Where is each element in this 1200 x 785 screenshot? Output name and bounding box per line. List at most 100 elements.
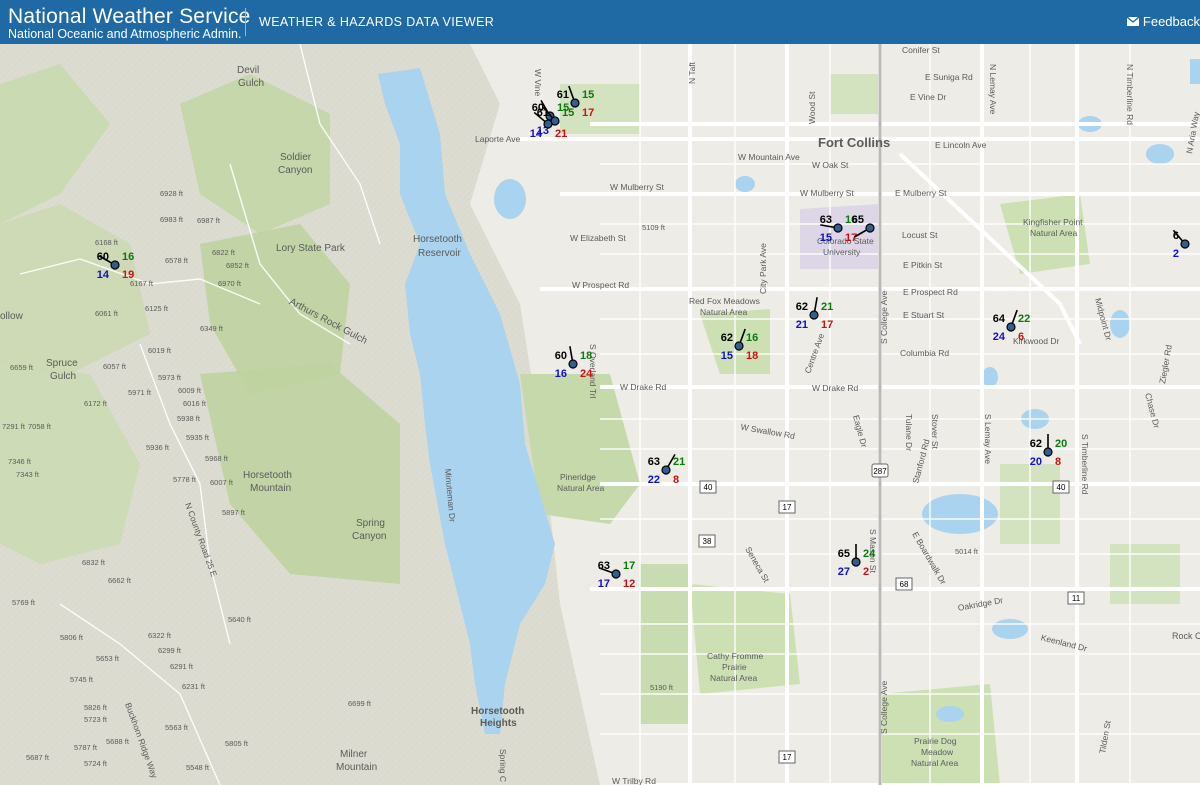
- brand-subtitle: National Oceanic and Atmospheric Admin.: [8, 27, 242, 41]
- street-s-college: S College Ave: [879, 290, 889, 344]
- map-svg[interactable]: 287 40 40 17 38 68 11 17 Fort Collins Ho…: [0, 44, 1200, 785]
- station-marker[interactable]: [1043, 447, 1053, 457]
- feedback-button[interactable]: Feedback: [1126, 14, 1200, 29]
- elevation-label: 5548 ft: [186, 763, 210, 772]
- svg-text:38: 38: [703, 537, 712, 546]
- label-horsetooth-mountain-2: Mountain: [250, 483, 291, 494]
- elevation-label: 6061 ft: [95, 309, 119, 318]
- station-marker[interactable]: [865, 223, 875, 233]
- station-marker[interactable]: [833, 223, 843, 233]
- mail-icon: [1126, 17, 1139, 26]
- elevation-label: 5968 ft: [205, 454, 229, 463]
- elevation-label: 6299 ft: [158, 646, 182, 655]
- station-marker[interactable]: [543, 119, 553, 129]
- station-dewpoint: 15: [562, 107, 574, 119]
- street-locust: Locust St: [902, 230, 938, 240]
- lake: [494, 179, 526, 219]
- street-wood: Wood St: [807, 91, 817, 124]
- elevation-label: 5936 ft: [146, 443, 170, 452]
- street-columbia: Columbia Rd: [900, 348, 949, 358]
- label-red-fox-2: Natural Area: [700, 307, 748, 317]
- elevation-label: 5826 ft: [84, 703, 108, 712]
- elevation-label: 6987 ft: [197, 216, 221, 225]
- station-wind-gust: 8: [1055, 456, 1061, 468]
- street-w-elizabeth: W Elizabeth St: [570, 233, 626, 243]
- elevation-label: 7343 ft: [16, 470, 40, 479]
- station-dewpoint: 22: [1018, 313, 1030, 325]
- elevation-label: 5778 ft: [173, 475, 197, 484]
- label-spring-canyon-2: Canyon: [352, 531, 386, 542]
- shield-17b: 17: [778, 750, 796, 764]
- elevation-label: 5724 ft: [84, 759, 108, 768]
- street-e-mulberry: E Mulberry St: [895, 188, 947, 198]
- station-dewpoint: 16: [122, 251, 134, 263]
- station-marker[interactable]: [110, 260, 120, 270]
- label-spring-canyon-1: Spring: [356, 518, 385, 529]
- lake: [982, 367, 998, 387]
- shield-40: 40: [699, 480, 717, 494]
- elevation-label: 6662 ft: [108, 576, 132, 585]
- station-temperature: 62: [721, 332, 733, 344]
- station-wind-speed: 16: [555, 368, 567, 380]
- label-spruce-2: Gulch: [50, 371, 76, 382]
- station-wind-gust: 19: [122, 269, 134, 281]
- street-n-lemay: N Lemay Ave: [988, 64, 998, 115]
- elevation-label: 6852 ft: [226, 261, 250, 270]
- elevation-label: 5805 ft: [225, 739, 249, 748]
- station-wind-speed: 14: [97, 269, 110, 281]
- map-canvas[interactable]: 287 40 40 17 38 68 11 17 Fort Collins Ho…: [0, 44, 1200, 785]
- svg-text:17: 17: [783, 503, 792, 512]
- street-e-pitkin: E Pitkin St: [903, 260, 943, 270]
- elevation-label: 5688 ft: [106, 737, 130, 746]
- station-wind-gust: 21: [555, 128, 567, 140]
- label-horsetooth-reservoir-1: Horsetooth: [413, 234, 462, 245]
- station-temperature: 65: [838, 548, 850, 560]
- label-pineridge-1: Pineridge: [560, 472, 596, 482]
- station-marker[interactable]: [1180, 239, 1190, 249]
- label-pineridge-2: Natural Area: [557, 483, 605, 493]
- station-wind-speed: 15: [820, 232, 832, 244]
- elevation-label: 6168 ft: [95, 238, 119, 247]
- station-wind-gust: 17: [821, 319, 833, 331]
- label-kingfisher-2: Natural Area: [1030, 228, 1078, 238]
- label-horsetooth-heights-2: Heights: [480, 718, 517, 729]
- shield-11: 11: [1067, 591, 1085, 605]
- label-soldier-2: Canyon: [278, 165, 312, 176]
- elevation-label: 5640 ft: [228, 615, 252, 624]
- elevation-label: 7058 ft: [28, 422, 52, 431]
- station-temperature: 61: [557, 89, 569, 101]
- svg-text:11: 11: [1072, 594, 1081, 603]
- elevation-label: 5745 ft: [70, 675, 94, 684]
- station-marker[interactable]: [611, 569, 621, 579]
- svg-text:68: 68: [900, 580, 909, 589]
- elevation-label: 7346 ft: [8, 457, 32, 466]
- station-wind-speed: 2: [1173, 248, 1179, 260]
- station-temperature: 63: [820, 214, 832, 226]
- label-fort-collins: Fort Collins: [818, 135, 890, 150]
- street-n-timberline: N Timberline Rd: [1125, 64, 1135, 125]
- elevation-label: 6291 ft: [170, 662, 194, 671]
- station-marker[interactable]: [734, 341, 744, 351]
- nws-brand[interactable]: National Weather Service National Oceani…: [8, 6, 251, 41]
- lake: [992, 619, 1028, 639]
- label-cathy-3: Natural Area: [710, 673, 758, 683]
- street-w-prospect: W Prospect Rd: [572, 280, 629, 290]
- station-marker[interactable]: [851, 557, 861, 567]
- station-marker[interactable]: [809, 310, 819, 320]
- station-marker[interactable]: [1006, 322, 1016, 332]
- station-temperature: 60: [97, 251, 109, 263]
- street-n-taft: N Taft: [687, 61, 697, 84]
- station-temperature: 62: [1030, 438, 1042, 450]
- label-cathy-2: Prairie: [722, 662, 747, 672]
- station-marker[interactable]: [570, 98, 580, 108]
- station-marker[interactable]: [661, 465, 671, 475]
- station-temperature: 63: [598, 560, 610, 572]
- elevation-label: 6322 ft: [148, 631, 172, 640]
- feedback-label: Feedback: [1142, 14, 1200, 29]
- street-w-drake: W Drake Rd: [620, 382, 667, 392]
- station-temperature: 62: [796, 301, 808, 313]
- elevation-label: 6019 ft: [148, 346, 172, 355]
- station-wind-gust: 17: [582, 107, 594, 119]
- station-marker[interactable]: [568, 359, 578, 369]
- station-wind-speed: 17: [598, 578, 610, 590]
